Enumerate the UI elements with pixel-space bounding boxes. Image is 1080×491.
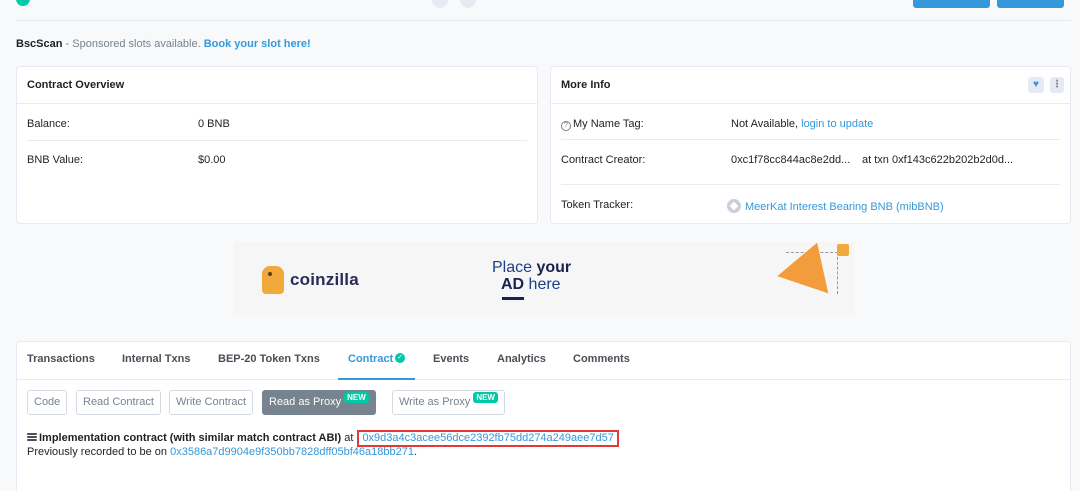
- token-tracker-value: MeerKat Interest Bearing BNB (mibBNB): [727, 199, 944, 213]
- more-options-icon[interactable]: ⋮: [1050, 77, 1064, 93]
- more-info-title: More Info ♥ ⋮: [551, 67, 1070, 104]
- write-as-proxy-button[interactable]: Write as Proxy NEW: [392, 390, 505, 415]
- write-as-proxy-label: Write as Proxy: [399, 396, 471, 408]
- token-tracker-link[interactable]: MeerKat Interest Bearing BNB (mibBNB): [745, 201, 944, 213]
- verified-check-icon: [16, 0, 30, 6]
- question-icon: ?: [561, 121, 571, 131]
- tab-contract[interactable]: Contract ✓: [337, 353, 416, 380]
- bnb-value-label: BNB Value:: [27, 154, 84, 166]
- coinzilla-mascot-icon: [262, 266, 284, 294]
- ad-face-icon: [837, 244, 849, 256]
- tab-transactions[interactable]: Transactions: [27, 353, 95, 365]
- creator-txn-link[interactable]: 0xf143c622b202b2d0d...: [892, 154, 1013, 166]
- new-badge: NEW: [473, 392, 498, 403]
- more-info-card: More Info ♥ ⋮ ? My Name Tag: Not Availabl…: [550, 66, 1071, 224]
- heart-icon[interactable]: ♥: [1028, 77, 1044, 93]
- bnb-value-value: $0.00: [198, 154, 226, 166]
- previous-text: Previously recorded to be on: [27, 446, 171, 458]
- sponsored-banner: BscScan - Sponsored slots available. Boo…: [16, 38, 311, 50]
- verified-check-icon: ✓: [395, 353, 406, 363]
- ad-your-word: your: [536, 259, 572, 276]
- at-txn-label: at txn: [862, 154, 889, 166]
- write-contract-button[interactable]: Write Contract: [169, 390, 254, 415]
- read-as-proxy-button[interactable]: Read as Proxy NEW: [262, 390, 376, 415]
- address-tabs-card: Transactions Internal Txns BEP-20 Token …: [16, 341, 1071, 491]
- layers-icon: [27, 433, 37, 442]
- implementation-address-highlight: 0x9d3a4c3acee56dce2392fb75dd274a249aee7d…: [357, 430, 619, 447]
- balance-value: 0 BNB: [198, 118, 230, 130]
- login-to-update-link[interactable]: login to update: [801, 118, 873, 130]
- token-tracker-label: Token Tracker:: [561, 199, 634, 211]
- name-tag-status: Not Available,: [731, 118, 802, 130]
- contract-overview-card: Contract Overview Balance: 0 BNB BNB Val…: [16, 66, 538, 224]
- implementation-label: Implementation contract (with similar ma…: [39, 432, 342, 444]
- ad-here-text: AD here: [501, 276, 561, 294]
- implementation-at: at: [341, 432, 357, 444]
- advertisement-banner[interactable]: coinzilla Place your AD here: [234, 242, 854, 315]
- header-button-left[interactable]: [913, 0, 990, 8]
- name-tag-label-text: My Name Tag:: [573, 118, 644, 130]
- new-badge: NEW: [344, 392, 369, 403]
- contract-overview-title: Contract Overview: [17, 67, 537, 104]
- implementation-contract-line: Implementation contract (with similar ma…: [27, 430, 619, 447]
- contract-creator-label: Contract Creator:: [561, 154, 646, 166]
- token-logo-icon: [727, 199, 741, 213]
- sponsored-text: - Sponsored slots available.: [62, 38, 204, 50]
- previous-address-link[interactable]: 0x3586a7d9904e9f350bb7828dff05bf46a18bb2…: [170, 446, 414, 458]
- balance-label: Balance:: [27, 118, 70, 130]
- ad-ad-word: AD: [501, 276, 525, 293]
- previous-implementation-line: Previously recorded to be on 0x3586a7d99…: [27, 446, 417, 458]
- copy-icon[interactable]: [432, 0, 448, 8]
- top-header: [0, 0, 1080, 21]
- ad-brand: coinzilla: [290, 270, 359, 289]
- tab-bep20-token-txns[interactable]: BEP-20 Token Txns: [218, 353, 320, 365]
- code-button[interactable]: Code: [27, 390, 68, 415]
- tab-internal-txns[interactable]: Internal Txns: [122, 353, 190, 365]
- ad-here-word: here: [524, 276, 561, 293]
- header-button-right[interactable]: [997, 0, 1064, 8]
- qr-code-icon[interactable]: [460, 0, 476, 8]
- creator-address-link[interactable]: 0xc1f78cc844ac8e2dd...: [731, 154, 850, 166]
- sponsored-brand: BscScan: [16, 38, 63, 50]
- tab-events[interactable]: Events: [433, 353, 469, 365]
- book-slot-link[interactable]: Book your slot here!: [204, 38, 311, 50]
- tab-bar: Transactions Internal Txns BEP-20 Token …: [17, 342, 1070, 380]
- tab-comments[interactable]: Comments: [573, 353, 630, 365]
- previous-end: .: [413, 446, 418, 458]
- read-as-proxy-label: Read as Proxy: [269, 396, 342, 408]
- tab-analytics[interactable]: Analytics: [497, 353, 546, 365]
- name-tag-value: Not Available, login to update: [731, 118, 873, 130]
- ad-place-text: Place your: [492, 259, 571, 277]
- implementation-address-link[interactable]: 0x9d3a4c3acee56dce2392fb75dd274a249aee7d…: [362, 432, 613, 444]
- name-tag-label: ? My Name Tag:: [561, 118, 644, 131]
- read-contract-button[interactable]: Read Contract: [76, 390, 161, 415]
- tab-contract-label: Contract: [348, 353, 394, 365]
- more-info-title-text: More Info: [561, 79, 611, 91]
- ad-place-word: Place: [492, 259, 537, 276]
